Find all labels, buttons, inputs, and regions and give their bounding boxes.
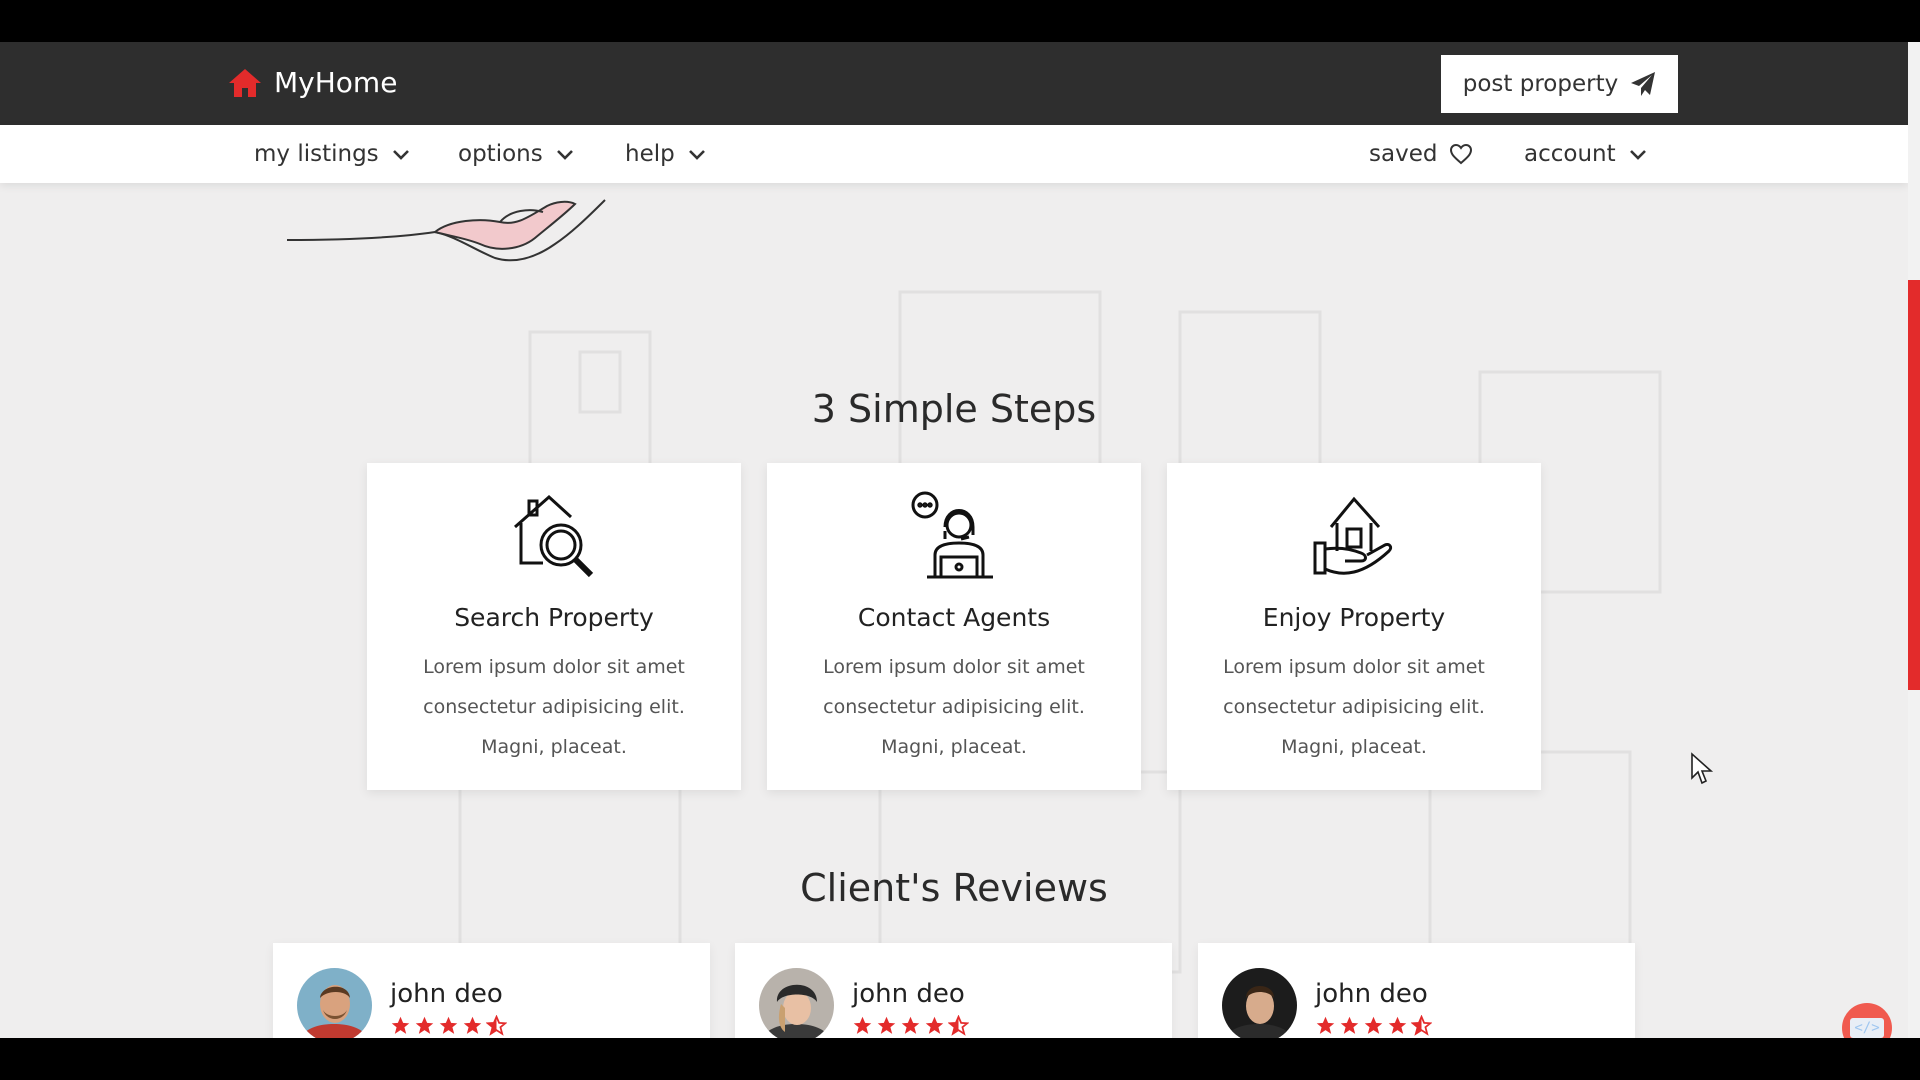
- avatar: [759, 968, 834, 1038]
- steps-heading: 3 Simple Steps: [811, 387, 1097, 431]
- nav-my-listings-label: my listings: [254, 141, 379, 167]
- post-property-label: post property: [1462, 71, 1619, 97]
- step-card-search: Search Property Lorem ipsum dolor sit am…: [367, 463, 741, 790]
- star-rating: [390, 1015, 507, 1036]
- post-property-button[interactable]: post property: [1441, 55, 1678, 113]
- nav-account[interactable]: account: [1524, 125, 1648, 183]
- brand-name: MyHome: [274, 66, 398, 99]
- nav-account-label: account: [1524, 141, 1616, 167]
- paper-plane-icon: [1631, 72, 1656, 96]
- home-icon: [229, 68, 261, 97]
- avatar: [1222, 968, 1297, 1038]
- heart-icon: [1450, 143, 1473, 165]
- top-header: MyHome post property: [0, 42, 1908, 125]
- star-icon: [439, 1016, 458, 1034]
- avatar-photo: [759, 968, 834, 1038]
- avatar-photo: [297, 968, 372, 1038]
- reviewer-name: john deo: [1315, 979, 1428, 1009]
- star-rating: [852, 1015, 969, 1036]
- star-icon: [925, 1016, 944, 1034]
- review-card: john deo: [1198, 943, 1635, 1038]
- hand-illustration: [286, 199, 606, 262]
- star-icon: [1364, 1016, 1383, 1034]
- nav-saved-label: saved: [1369, 141, 1438, 167]
- star-icon: [463, 1016, 482, 1034]
- review-card: john deo: [273, 943, 710, 1038]
- step-title: Contact Agents: [857, 603, 1051, 632]
- step-card-contact: Contact Agents Lorem ipsum dolor sit ame…: [767, 463, 1141, 790]
- nav-help-label: help: [625, 141, 675, 167]
- star-half-icon: [486, 1015, 507, 1036]
- reviews-heading: Client's Reviews: [800, 866, 1108, 910]
- agent-headset-icon: [911, 491, 993, 579]
- star-icon: [901, 1016, 920, 1034]
- step-title: Enjoy Property: [1262, 603, 1446, 632]
- chevron-down-icon: [556, 150, 573, 160]
- star-icon: [415, 1016, 434, 1034]
- step-title: Search Property: [454, 603, 654, 632]
- step-description: Lorem ipsum dolor sit amet consectetur a…: [1223, 656, 1485, 758]
- nav-saved[interactable]: saved: [1369, 125, 1473, 183]
- page-scrollbar-thumb[interactable]: [1908, 280, 1920, 690]
- chevron-down-icon: [392, 150, 409, 160]
- avatar: [297, 968, 372, 1038]
- page-viewport: MyHome post property my listings options…: [0, 42, 1920, 1038]
- step-card-enjoy: Enjoy Property Lorem ipsum dolor sit ame…: [1167, 463, 1541, 790]
- star-rating: [1315, 1015, 1432, 1036]
- star-icon: [1340, 1016, 1359, 1034]
- code-badge-label: </>: [1850, 1018, 1884, 1038]
- review-card: john deo: [735, 943, 1172, 1038]
- chevron-down-icon: [1629, 150, 1646, 160]
- chevron-down-icon: [688, 150, 705, 160]
- nav-help[interactable]: help: [625, 125, 707, 183]
- house-search-icon: [514, 494, 594, 578]
- brand-logo[interactable]: MyHome: [228, 66, 397, 99]
- house-in-hand-icon: [1313, 496, 1393, 575]
- reviewer-name: john deo: [852, 979, 965, 1009]
- step-description: Lorem ipsum dolor sit amet consectetur a…: [823, 656, 1085, 758]
- code-badge-button[interactable]: </>: [1842, 1003, 1892, 1038]
- step-description: Lorem ipsum dolor sit amet consectetur a…: [423, 656, 685, 758]
- star-icon: [1388, 1016, 1407, 1034]
- star-icon: [853, 1016, 872, 1034]
- mouse-cursor-icon: [1691, 752, 1714, 785]
- star-icon: [391, 1016, 410, 1034]
- video-letterbox-bottom: [0, 1038, 1920, 1080]
- secondary-nav: my listings options help saved account: [0, 125, 1908, 183]
- nav-my-listings[interactable]: my listings: [254, 125, 411, 183]
- avatar-photo: [1222, 968, 1297, 1038]
- nav-options-label: options: [458, 141, 543, 167]
- star-icon: [877, 1016, 896, 1034]
- video-letterbox-top: [0, 0, 1920, 42]
- star-icon: [1316, 1016, 1335, 1034]
- star-half-icon: [948, 1015, 969, 1036]
- reviewer-name: john deo: [390, 979, 503, 1009]
- nav-options[interactable]: options: [458, 125, 575, 183]
- star-half-icon: [1411, 1015, 1432, 1036]
